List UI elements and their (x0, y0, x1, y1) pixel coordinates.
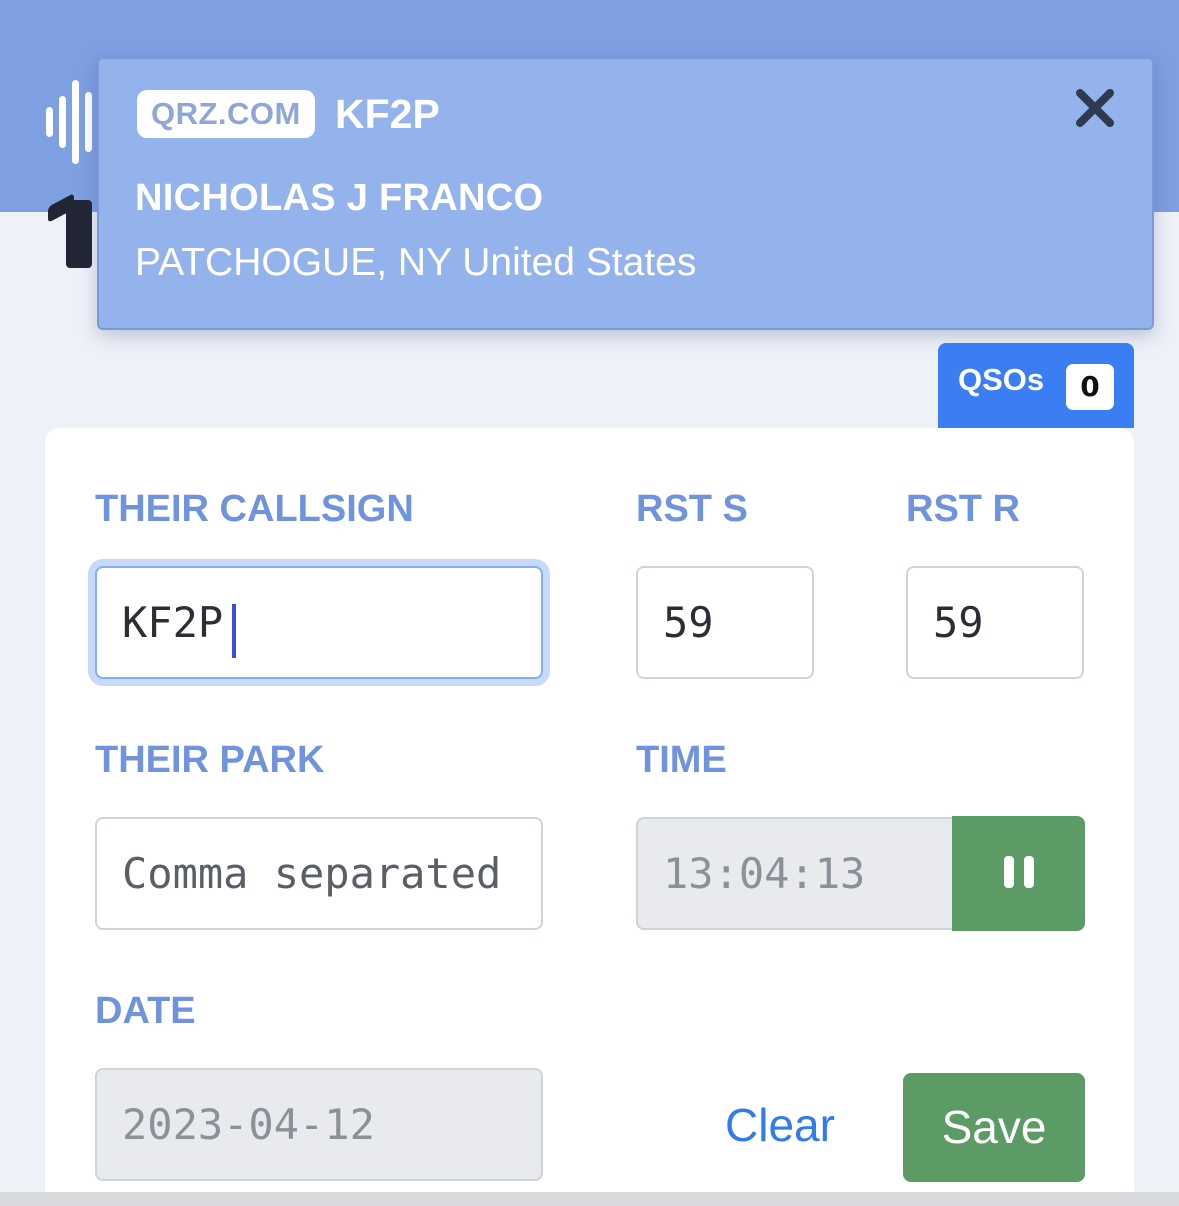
rst-s-label: RST S (636, 488, 748, 530)
their-callsign-input[interactable] (95, 566, 543, 679)
close-icon[interactable] (1074, 87, 1116, 129)
rst-s-input[interactable] (636, 566, 814, 679)
qsos-count-badge: 0 (1066, 364, 1114, 410)
qrz-operator-location: PATCHOGUE, NY United States (135, 241, 697, 284)
save-button[interactable]: Save (903, 1073, 1085, 1182)
time-pause-button[interactable] (952, 816, 1085, 931)
their-park-label: THEIR PARK (95, 739, 325, 781)
time-label: TIME (636, 739, 727, 781)
qsos-button[interactable]: QSOs 0 (938, 343, 1134, 428)
qrz-callsign: KF2P (335, 91, 440, 137)
page-heading-partial (66, 200, 92, 268)
date-label: DATE (95, 990, 196, 1032)
their-callsign-label: THEIR CALLSIGN (95, 488, 414, 530)
qrz-badge[interactable]: QRZ.COM (137, 90, 315, 138)
text-caret (232, 604, 236, 658)
date-input[interactable] (95, 1068, 543, 1181)
pause-icon (1002, 854, 1036, 890)
qsos-label: QSOs (958, 362, 1045, 397)
rst-r-input[interactable] (906, 566, 1084, 679)
clear-button[interactable]: Clear (725, 1097, 835, 1153)
audio-wave-icon (46, 80, 102, 164)
bottom-edge (0, 1192, 1179, 1206)
their-park-input[interactable] (95, 817, 543, 930)
rst-r-label: RST R (906, 488, 1020, 530)
page: QRZ.COM KF2P NICHOLAS J FRANCO PATCHOGUE… (0, 0, 1179, 1206)
qrz-operator-name: NICHOLAS J FRANCO (135, 177, 544, 219)
qrz-lookup-popup: QRZ.COM KF2P NICHOLAS J FRANCO PATCHOGUE… (97, 57, 1154, 330)
time-input[interactable] (636, 817, 956, 930)
